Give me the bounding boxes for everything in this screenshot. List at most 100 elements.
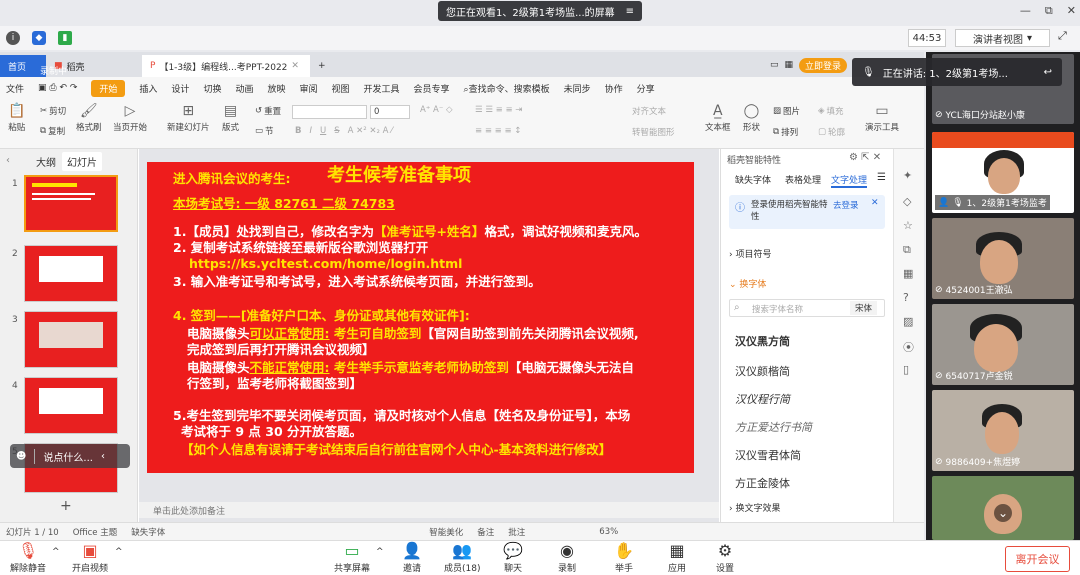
share-button[interactable]: 分享: [637, 82, 655, 95]
share-screen-button[interactable]: ▭ 共享屏幕: [334, 541, 370, 574]
image-icon[interactable]: ▨: [903, 315, 913, 328]
tab-table[interactable]: 表格处理: [785, 173, 821, 186]
search-command[interactable]: ⌕查找命令、搜索模板: [464, 82, 550, 95]
format-painter-button[interactable]: 🖌 格式刷: [76, 103, 102, 133]
change-font-section[interactable]: ⌄ 换字体: [729, 277, 766, 290]
tab-ppt-document[interactable]: P 【1-3级】编程线...考PPT-2022 ✕: [142, 55, 310, 77]
menu-slideshow[interactable]: 放映: [267, 82, 285, 95]
slide-thumbnail[interactable]: [24, 245, 118, 302]
menu-developer[interactable]: 开发工具: [364, 82, 400, 95]
close-icon[interactable]: ✕: [871, 198, 879, 208]
apps-button[interactable]: ▦ 应用: [668, 541, 686, 574]
tab-slides[interactable]: 幻灯片: [62, 152, 102, 171]
play-from-current-button[interactable]: ▷ 当页开始: [113, 103, 147, 133]
magic-icon[interactable]: ✦: [903, 169, 912, 182]
picture-button[interactable]: ▨ 图片: [773, 105, 800, 117]
book-icon[interactable]: ▯: [903, 363, 909, 376]
participant-tile[interactable]: 👤 🎙 1、2级第1考场监考: [932, 132, 1074, 213]
text-effects-section[interactable]: › 换文字效果: [729, 501, 781, 514]
close-button[interactable]: ✕: [1067, 4, 1076, 18]
participant-tile[interactable]: ⊘ 4524001王澈弘: [932, 218, 1074, 299]
chat-button[interactable]: 💬 聊天: [503, 541, 523, 574]
participant-tile[interactable]: ⊘ 6540717卢金锐: [932, 304, 1074, 385]
collab-button[interactable]: 协作: [605, 82, 623, 95]
menu-design[interactable]: 设计: [171, 82, 189, 95]
font-option[interactable]: 汉仪雪君体简: [735, 447, 801, 463]
star-icon[interactable]: ☆: [903, 219, 913, 232]
font-search[interactable]: ⌕ 搜索字体名称 宋体: [729, 299, 885, 317]
pane-icons[interactable]: ⚙ ⇱ ✕: [849, 152, 881, 163]
tab-missing-fonts[interactable]: 缺失字体: [735, 173, 771, 186]
location-icon[interactable]: ⦿: [903, 339, 914, 355]
notes-toggle[interactable]: 备注: [477, 526, 494, 538]
fill-button[interactable]: ◈ 填充: [818, 105, 844, 117]
slide-thumbnail[interactable]: [24, 311, 118, 368]
restore-button[interactable]: ⧉: [1045, 4, 1053, 18]
info-icon[interactable]: i: [6, 31, 20, 45]
menu-icon[interactable]: ☰: [877, 172, 886, 183]
chat-input-pill[interactable]: ☻ 说点什么... ‹: [10, 444, 130, 468]
menu-icon[interactable]: ≡: [626, 6, 634, 17]
signal-icon[interactable]: ▮: [58, 31, 72, 45]
shapes-icon[interactable]: ◇: [903, 195, 911, 208]
help-icon[interactable]: ?: [903, 291, 909, 304]
login-link[interactable]: 去登录: [833, 199, 859, 211]
sync-status[interactable]: 未同步: [564, 82, 591, 95]
fullscreen-icon[interactable]: ⤢: [1058, 29, 1067, 43]
start-video-button[interactable]: ▣ 开启视频: [72, 541, 108, 574]
alignment-buttons[interactable]: ≡ ≡ ≡ ≡ ↕: [475, 126, 521, 136]
slide[interactable]: 进入腾讯会议的考生: 考生候考准备事项 本场考试号: 一级 82761 二级 7…: [147, 162, 694, 473]
font-size-buttons[interactable]: A⁺ A⁻ ◇: [420, 105, 453, 115]
menu-member[interactable]: 会员专享: [414, 82, 450, 95]
shield-icon[interactable]: ◆: [32, 31, 46, 45]
chevron-left-icon[interactable]: ‹: [101, 451, 105, 462]
new-slide-button[interactable]: ⊞ 新建幻灯片: [167, 103, 210, 133]
cut-button[interactable]: ✂ 剪切: [40, 105, 66, 117]
members-button[interactable]: 👥 成员(18): [444, 541, 480, 574]
font-size-select[interactable]: 0: [370, 105, 410, 119]
shape-button[interactable]: ◯ 形状: [743, 103, 760, 133]
participant-tile[interactable]: ⊘ 9886409+焦煜婷: [932, 390, 1074, 471]
menu-view[interactable]: 视图: [332, 82, 350, 95]
paragraph-buttons[interactable]: ☰ ☰ ≡ ≡ ⇥: [475, 105, 522, 115]
slide-thumbnail[interactable]: [24, 377, 118, 434]
copy-button[interactable]: ⧉ 复制: [40, 125, 65, 137]
comment-toggle[interactable]: 批注: [508, 526, 525, 538]
menu-animation[interactable]: 动画: [235, 82, 253, 95]
raise-hand-button[interactable]: ✋ 举手: [614, 541, 634, 574]
minimize-button[interactable]: —: [1020, 4, 1031, 18]
missing-font-status[interactable]: 缺失字体: [131, 526, 165, 538]
chevron-down-icon[interactable]: ⌄: [994, 504, 1012, 522]
unmute-button[interactable]: 🎙 解除静音: [10, 541, 46, 574]
font-option[interactable]: 方正爱达行书简: [735, 419, 812, 435]
font-option[interactable]: 汉仪颜楷简: [735, 363, 790, 379]
font-option[interactable]: 汉仪程行简: [735, 391, 790, 407]
tab-outline[interactable]: 大纲: [36, 154, 56, 169]
present-tools-button[interactable]: ▭ 演示工具: [865, 103, 899, 133]
login-button[interactable]: 立即登录: [799, 57, 848, 73]
section-button[interactable]: ▭ 节: [255, 125, 274, 137]
menu-review[interactable]: 审阅: [299, 82, 317, 95]
leave-meeting-button[interactable]: 离开会议: [1005, 546, 1070, 572]
bullets-section[interactable]: › 项目符号: [729, 247, 772, 260]
menu-file[interactable]: 文件: [6, 82, 24, 95]
font-option[interactable]: 汉仪黑方简: [735, 333, 790, 349]
grid-icon[interactable]: ▦: [903, 267, 913, 280]
convert-smartart-button[interactable]: 转智能图形: [632, 126, 675, 138]
arrange-button[interactable]: ⧉ 排列: [773, 126, 798, 138]
paste-button[interactable]: 📋 粘贴: [8, 103, 25, 133]
screen-share-banner[interactable]: 您正在观看1、2级第1考场监...的屏幕 ≡: [438, 1, 642, 21]
add-slide-button[interactable]: +: [60, 498, 72, 514]
quick-access-icons[interactable]: ▣ ⎙ ↶ ↷: [38, 83, 77, 93]
menu-transition[interactable]: 切换: [203, 82, 221, 95]
presenter-view-button[interactable]: 演讲者视图 ▾: [955, 29, 1050, 47]
textbox-button[interactable]: A̲ 文本框: [705, 103, 731, 133]
font-name-select[interactable]: [292, 105, 367, 119]
text-format-buttons[interactable]: BIUSA ✕² ✕₂ A ⁄: [295, 126, 393, 136]
record-button[interactable]: ◉ 录制: [558, 541, 576, 574]
current-font[interactable]: 宋体: [850, 301, 878, 315]
reset-button[interactable]: ↺ 重置: [255, 105, 281, 117]
emoji-icon[interactable]: ☻: [16, 451, 26, 462]
chevron-up-icon[interactable]: ^: [52, 547, 60, 557]
menu-insert[interactable]: 插入: [139, 82, 157, 95]
